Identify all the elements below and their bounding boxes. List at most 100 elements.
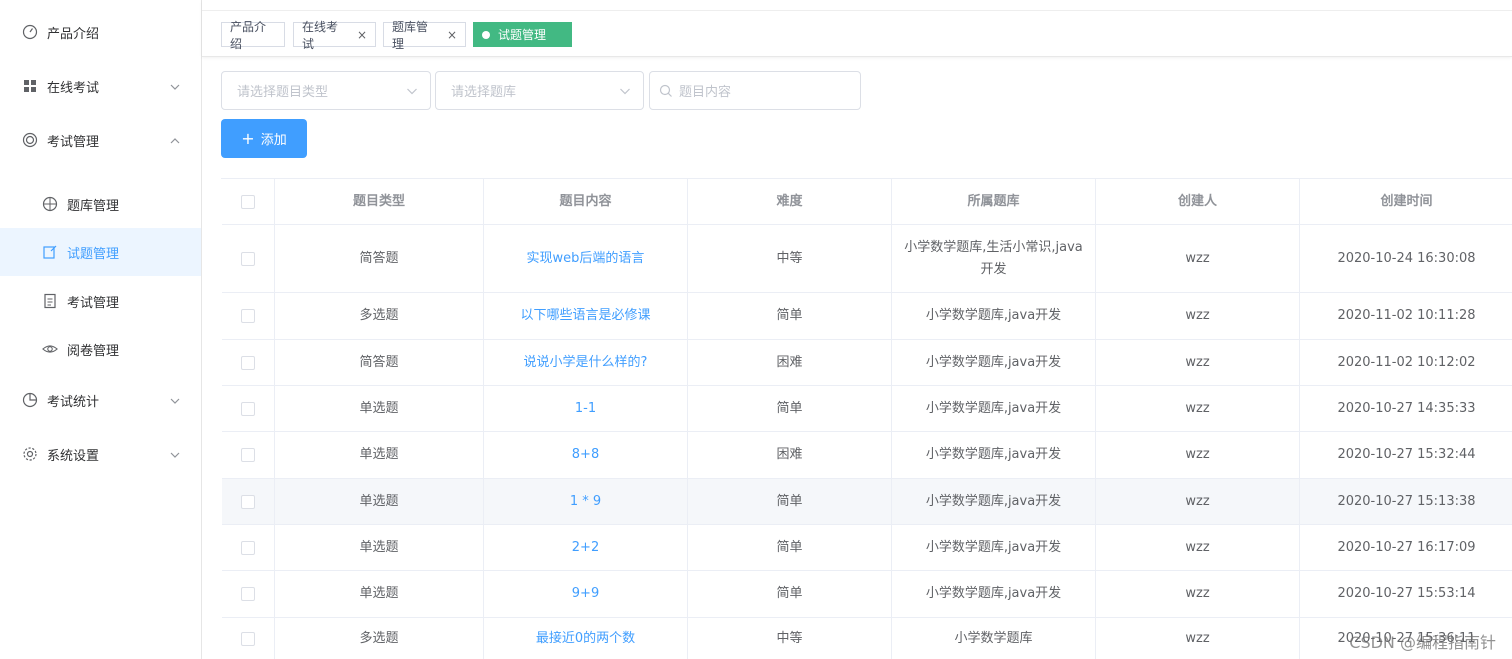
- cell-question-type: 简答题: [275, 225, 484, 292]
- table-row[interactable]: 单选题 1 * 9 简单 小学数学题库,java开发 wzz 2020-10-2…: [222, 479, 1512, 525]
- sidebar-subitem-question-bank[interactable]: 题库管理: [0, 180, 201, 228]
- header-difficulty[interactable]: 难度: [688, 179, 892, 224]
- cell-difficulty: 中等: [688, 225, 892, 292]
- cell-question-content-link[interactable]: 1-1: [484, 386, 688, 431]
- table-row[interactable]: 单选题 1-1 简单 小学数学题库,java开发 wzz 2020-10-27 …: [222, 386, 1512, 432]
- header-question-content[interactable]: 题目内容: [484, 179, 688, 224]
- search-placeholder: 题目内容: [679, 85, 732, 100]
- row-checkbox[interactable]: [241, 401, 255, 416]
- sidebar-subitem-exam-management[interactable]: 考试管理: [0, 277, 201, 325]
- cell-creator: wzz: [1096, 618, 1300, 659]
- questions-table: 题目类型 题目内容 难度 所属题库 创建人 创建时间 简答题 实现web后端的语…: [221, 178, 1512, 659]
- cell-question-content-link[interactable]: 2+2: [484, 525, 688, 570]
- question-type-select[interactable]: 请选择题目类型: [221, 71, 431, 110]
- cell-question-content-link[interactable]: 8+8: [484, 432, 688, 478]
- chevron-down-icon: [619, 85, 631, 97]
- table-row[interactable]: 多选题 最接近0的两个数 中等 小学数学题库 wzz 2020-10-27 15…: [222, 618, 1512, 659]
- add-question-button[interactable]: + 添加: [221, 119, 307, 158]
- tag-label: 试题管理: [498, 28, 547, 42]
- cell-creator: wzz: [1096, 293, 1300, 339]
- cell-question-type: 单选题: [275, 525, 484, 570]
- row-select-cell: [222, 479, 275, 524]
- cell-question-type: 简答题: [275, 340, 484, 385]
- sidebar-item-online-exam[interactable]: 在线考试: [0, 62, 201, 110]
- cell-question-content-link[interactable]: 说说小学是什么样的?: [484, 340, 688, 385]
- sidebar-item-product-intro[interactable]: 产品介绍: [0, 8, 201, 56]
- table-row[interactable]: 简答题 说说小学是什么样的? 困难 小学数学题库,java开发 wzz 2020…: [222, 340, 1512, 386]
- row-select-cell: [222, 340, 275, 385]
- cell-question-bank: 小学数学题库,java开发: [892, 340, 1096, 385]
- header-select-all-cell: [222, 179, 275, 224]
- cell-question-type: 单选题: [275, 386, 484, 431]
- tag-question-management[interactable]: 试题管理: [473, 22, 572, 47]
- cell-question-type: 单选题: [275, 571, 484, 617]
- row-checkbox[interactable]: [241, 309, 255, 323]
- question-bank-select[interactable]: 请选择题库: [435, 71, 644, 110]
- target-icon: [22, 132, 38, 148]
- header-created-time[interactable]: 创建时间: [1300, 179, 1512, 224]
- row-checkbox[interactable]: [241, 494, 255, 509]
- chevron-down-icon: [170, 395, 180, 405]
- tag-product-intro[interactable]: 产品介绍: [221, 20, 285, 51]
- cell-question-type: 单选题: [275, 432, 484, 478]
- sidebar-subitem-question-management[interactable]: 试题管理: [0, 228, 201, 276]
- table-row[interactable]: 简答题 实现web后端的语言 中等 小学数学题库,生活小常识,java开发 wz…: [222, 225, 1512, 293]
- cell-question-content-link[interactable]: 以下哪些语言是必修课: [484, 293, 688, 339]
- table-row[interactable]: 单选题 2+2 简单 小学数学题库,java开发 wzz 2020-10-27 …: [222, 525, 1512, 571]
- gauge-icon: [22, 24, 38, 40]
- row-checkbox[interactable]: [241, 540, 255, 555]
- tag-online-exam[interactable]: 在线考试 ×: [293, 20, 376, 51]
- header-creator[interactable]: 创建人: [1096, 179, 1300, 224]
- cell-creator: wzz: [1096, 571, 1300, 617]
- table-row[interactable]: 单选题 9+9 简单 小学数学题库,java开发 wzz 2020-10-27 …: [222, 571, 1512, 618]
- chevron-down-icon: [406, 85, 418, 97]
- row-checkbox[interactable]: [241, 587, 255, 601]
- cell-question-content-link[interactable]: 9+9: [484, 571, 688, 617]
- cell-question-content-link[interactable]: 实现web后端的语言: [484, 225, 688, 292]
- row-checkbox[interactable]: [241, 631, 255, 646]
- cell-question-type: 多选题: [275, 293, 484, 339]
- cell-created-time: 2020-11-02 10:11:28: [1337, 308, 1476, 323]
- sidebar-item-label: 产品介绍: [47, 26, 100, 42]
- sidebar-item-label: 考试统计: [47, 394, 100, 410]
- row-checkbox[interactable]: [241, 355, 255, 370]
- tag-question-bank[interactable]: 题库管理 ×: [383, 20, 466, 51]
- sidebar-item-exam-management[interactable]: 考试管理: [0, 116, 201, 164]
- row-select-cell: [222, 618, 275, 659]
- gear-icon: [22, 446, 38, 462]
- table-row[interactable]: 单选题 8+8 困难 小学数学题库,java开发 wzz 2020-10-27 …: [222, 432, 1512, 479]
- cell-question-bank: 小学数学题库,java开发: [892, 293, 1096, 339]
- question-content-search-input[interactable]: 题目内容: [649, 71, 861, 110]
- sidebar-item-label: 系统设置: [47, 448, 100, 464]
- cell-question-content-link[interactable]: 1 * 9: [484, 479, 688, 524]
- cell-creator: wzz: [1096, 225, 1300, 292]
- header-question-bank[interactable]: 所属题库: [892, 179, 1096, 224]
- cell-created-time: 2020-11-02 10:12:02: [1337, 354, 1476, 370]
- sidebar-item-system-settings[interactable]: 系统设置: [0, 430, 201, 478]
- document-icon: [42, 293, 58, 309]
- close-icon[interactable]: ×: [357, 28, 367, 42]
- cell-difficulty: 简单: [688, 293, 892, 339]
- cell-question-content-link[interactable]: 最接近0的两个数: [484, 618, 688, 659]
- table-row[interactable]: 多选题 以下哪些语言是必修课 简单 小学数学题库,java开发 wzz 2020…: [222, 293, 1512, 340]
- select-all-checkbox[interactable]: [241, 194, 255, 209]
- cell-created-time: 2020-10-27 16:17:09: [1337, 539, 1476, 555]
- cell-question-bank: 小学数学题库,java开发: [892, 386, 1096, 431]
- row-checkbox[interactable]: [241, 448, 255, 462]
- cell-creator: wzz: [1096, 525, 1300, 570]
- sidebar-item-label: 题库管理: [67, 198, 120, 214]
- row-checkbox[interactable]: [241, 251, 255, 266]
- cell-difficulty: 困难: [688, 340, 892, 385]
- row-select-cell: [222, 225, 275, 292]
- sidebar-item-label: 试题管理: [67, 246, 120, 262]
- cell-creator: wzz: [1096, 432, 1300, 478]
- watermark: CSDN @编程指南针: [1349, 633, 1496, 652]
- pie-chart-icon: [22, 392, 38, 408]
- cell-difficulty: 简单: [688, 479, 892, 524]
- sidebar-item-exam-statistics[interactable]: 考试统计: [0, 376, 201, 424]
- close-icon[interactable]: ×: [447, 28, 457, 42]
- cell-created-time: 2020-10-27 15:13:38: [1337, 493, 1476, 509]
- header-question-type[interactable]: 题目类型: [275, 179, 484, 224]
- sidebar-subitem-grading[interactable]: 阅卷管理: [0, 325, 201, 373]
- plus-icon: +: [241, 128, 255, 148]
